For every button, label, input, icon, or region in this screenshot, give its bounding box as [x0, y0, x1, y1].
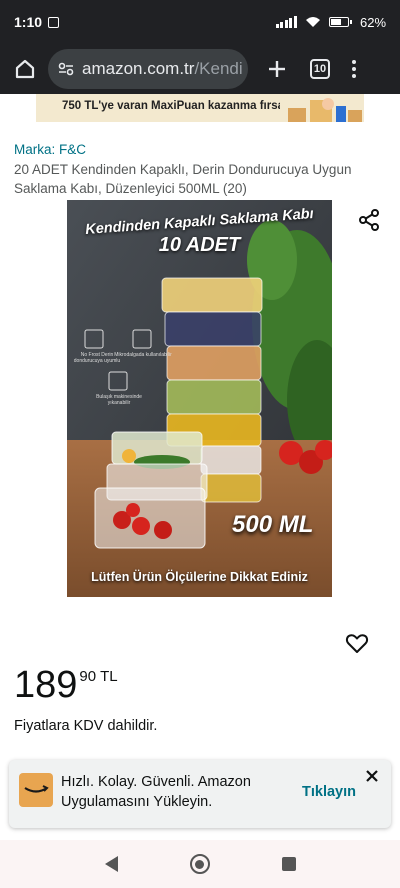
- clock: 1:10: [14, 14, 43, 30]
- price-whole: 189: [14, 664, 78, 706]
- plus-icon: [269, 61, 285, 77]
- product-title: 20 ADET Kendinden Kapaklı, Derin Donduru…: [14, 162, 352, 196]
- back-icon[interactable]: [104, 856, 118, 872]
- image-size: 500 ML: [232, 511, 314, 538]
- wishlist-button[interactable]: [345, 631, 369, 655]
- notification-icon: [48, 16, 60, 28]
- image-count: 10 ADET: [158, 234, 241, 256]
- amazon-app-logo: [19, 773, 53, 807]
- home-icon: [15, 59, 35, 79]
- battery-level: 62%: [359, 14, 386, 30]
- wifi-icon: [305, 17, 320, 27]
- tab-switcher-button[interactable]: 10: [310, 59, 330, 79]
- status-bar: 1:10 62%: [0, 0, 400, 44]
- feature-dishwasher: Bulaşık makinesinde yıkanabilir: [96, 394, 142, 406]
- more-menu-button[interactable]: [352, 60, 356, 78]
- recents-icon[interactable]: [281, 857, 296, 871]
- home-button[interactable]: [10, 54, 40, 84]
- share-button[interactable]: [357, 208, 381, 232]
- signal-icon: [275, 16, 297, 28]
- new-tab-button[interactable]: [262, 54, 292, 84]
- home-nav-icon[interactable]: [189, 854, 210, 874]
- heart-icon: [345, 634, 369, 653]
- price-currency: TL: [100, 668, 118, 685]
- price-fraction: 90: [79, 668, 97, 685]
- url-path: /Kendi: [194, 59, 243, 78]
- url-domain: amazon.com.tr: [82, 59, 195, 78]
- brand-link[interactable]: Marka: F&C: [14, 142, 86, 157]
- image-note: Lütfen Ürün Ölçülerine Dikkat Ediniz: [91, 570, 308, 584]
- price: 189 90 TL: [14, 664, 118, 706]
- app-banner-message: Hızlı. Kolay. Güvenli. Amazon Uygulaması…: [61, 774, 251, 810]
- close-button[interactable]: [364, 768, 380, 784]
- close-icon: [366, 770, 378, 782]
- address-bar[interactable]: amazon.com.tr/Kendi: [48, 49, 248, 89]
- site-settings-icon[interactable]: [58, 62, 74, 76]
- promo-illustration: [280, 94, 364, 122]
- promo-text: 750 TL'ye varan MaxiPuan kazanma fırsatı: [62, 100, 292, 112]
- share-icon: [359, 209, 379, 231]
- feature-microwave: Mikrodalgada kullanılabilir: [114, 352, 172, 358]
- system-nav-bar: [0, 840, 400, 888]
- battery-icon: [328, 17, 352, 27]
- promo-banner[interactable]: 750 TL'ye varan MaxiPuan kazanma fırsatı: [36, 94, 364, 122]
- vat-note: Fiyatlara KDV dahildir.: [14, 718, 158, 734]
- app-install-banner[interactable]: Hızlı. Kolay. Güvenli. Amazon Uygulaması…: [9, 760, 391, 828]
- app-banner-cta[interactable]: Tıklayın: [302, 784, 356, 800]
- browser-toolbar: amazon.com.tr/Kendi 10: [0, 44, 400, 94]
- product-image[interactable]: Kendinden Kapaklı Saklama Kabı 10 ADET N…: [67, 200, 332, 597]
